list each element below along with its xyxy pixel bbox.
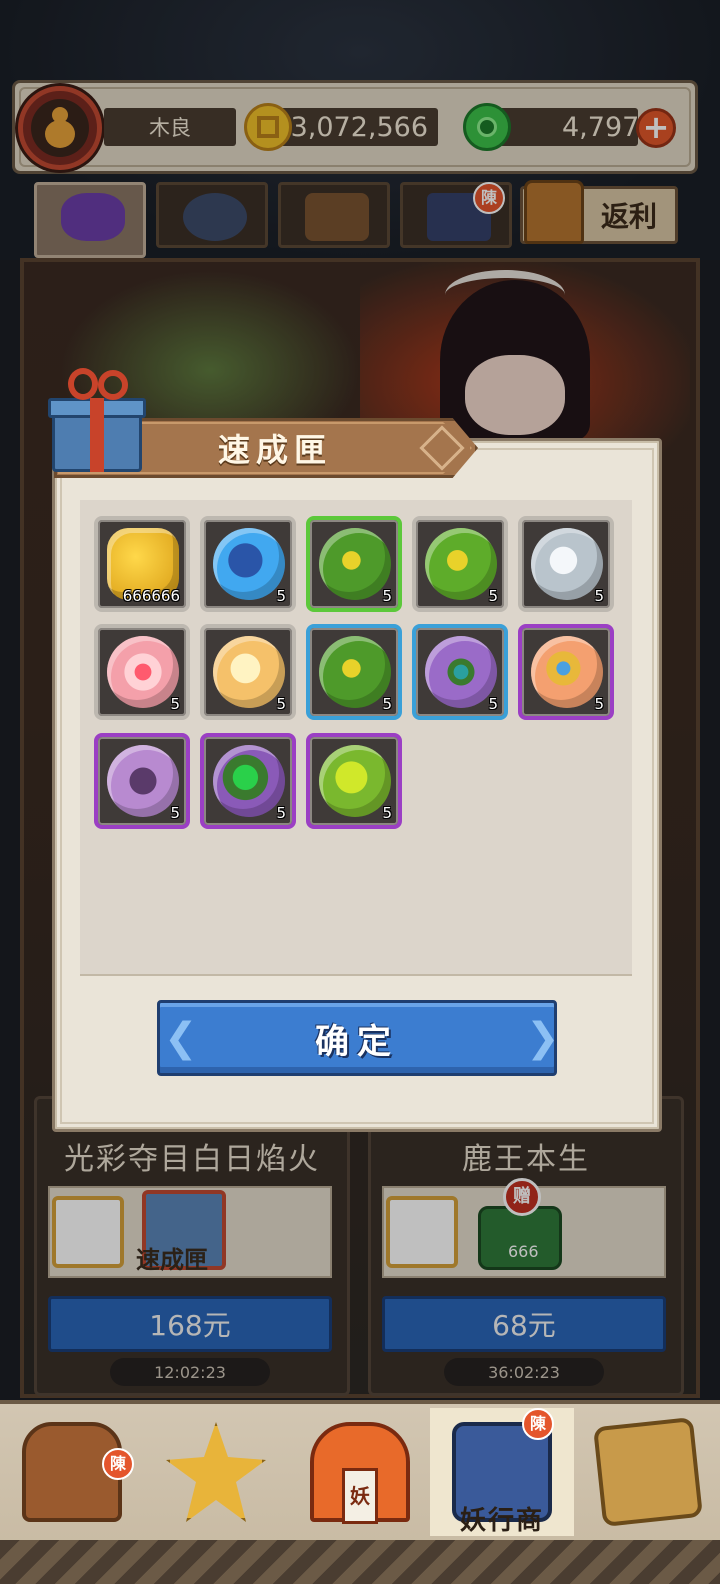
- bottom-decor-strip: [0, 1540, 720, 1584]
- nav-badge: 陳: [102, 1448, 134, 1480]
- peacock-eyes-orb-icon: [213, 745, 285, 817]
- item-count: 666666: [122, 587, 180, 605]
- reward-item[interactable]: 5: [200, 516, 296, 612]
- blue-orb-icon: [213, 528, 285, 600]
- spellbook-icon: [593, 1417, 703, 1527]
- reward-item[interactable]: 666666: [94, 516, 190, 612]
- reward-item[interactable]: 5: [412, 516, 508, 612]
- nav-item-spellbook[interactable]: [576, 1408, 720, 1536]
- item-count: 5: [170, 804, 180, 822]
- nav-badge: 陳: [522, 1408, 554, 1440]
- reward-item[interactable]: 5: [412, 624, 508, 720]
- item-count: 5: [382, 587, 392, 605]
- green-clover-orb-icon: [319, 528, 391, 600]
- star-trophy-icon: [166, 1422, 266, 1522]
- nav-item-label: 妖行商: [459, 1506, 544, 1536]
- heart-orb-icon: [107, 636, 179, 708]
- reward-item[interactable]: 5: [94, 733, 190, 829]
- item-count: 5: [488, 587, 498, 605]
- gift-box-icon: [48, 368, 146, 476]
- item-count: 5: [382, 804, 392, 822]
- sword-orb-icon: [531, 528, 603, 600]
- item-count: 5: [276, 804, 286, 822]
- green-dice-orb-icon: [319, 745, 391, 817]
- chevron-right-icon: ❯: [526, 1015, 560, 1061]
- demon-mask-orb-icon: [107, 745, 179, 817]
- reward-item[interactable]: 5: [518, 516, 614, 612]
- item-count: 5: [594, 695, 604, 713]
- item-count: 5: [170, 695, 180, 713]
- green-clover-orb-icon: [319, 636, 391, 708]
- reward-item[interactable]: 5: [306, 624, 402, 720]
- item-count: 5: [488, 695, 498, 713]
- modal-title: 速成匣: [217, 431, 332, 469]
- reward-item[interactable]: 5: [518, 624, 614, 720]
- item-count: 5: [594, 587, 604, 605]
- reward-item[interactable]: 5: [200, 733, 296, 829]
- gift-bow-right: [98, 370, 128, 400]
- reward-item[interactable]: 5: [306, 516, 402, 612]
- reward-item[interactable]: 5: [306, 733, 402, 829]
- peacock-feather-orb-icon: [425, 636, 497, 708]
- gift-bow-left: [68, 368, 98, 400]
- reward-item[interactable]: 5: [94, 624, 190, 720]
- gift-ribbon: [90, 398, 104, 472]
- nav-item-star-trophy[interactable]: [144, 1408, 288, 1536]
- item-count: 5: [382, 695, 392, 713]
- gem-cushion-orb-icon: [531, 636, 603, 708]
- chevron-left-icon: ❮: [164, 1015, 198, 1061]
- item-count: 5: [276, 695, 286, 713]
- gate-plaque: 妖: [342, 1468, 378, 1524]
- confirm-button[interactable]: 确定: [157, 1000, 557, 1076]
- golden-swirl-orb-icon: [213, 636, 285, 708]
- item-count: 5: [276, 587, 286, 605]
- reward-item[interactable]: 5: [200, 624, 296, 720]
- green-clover-orb-icon: [425, 528, 497, 600]
